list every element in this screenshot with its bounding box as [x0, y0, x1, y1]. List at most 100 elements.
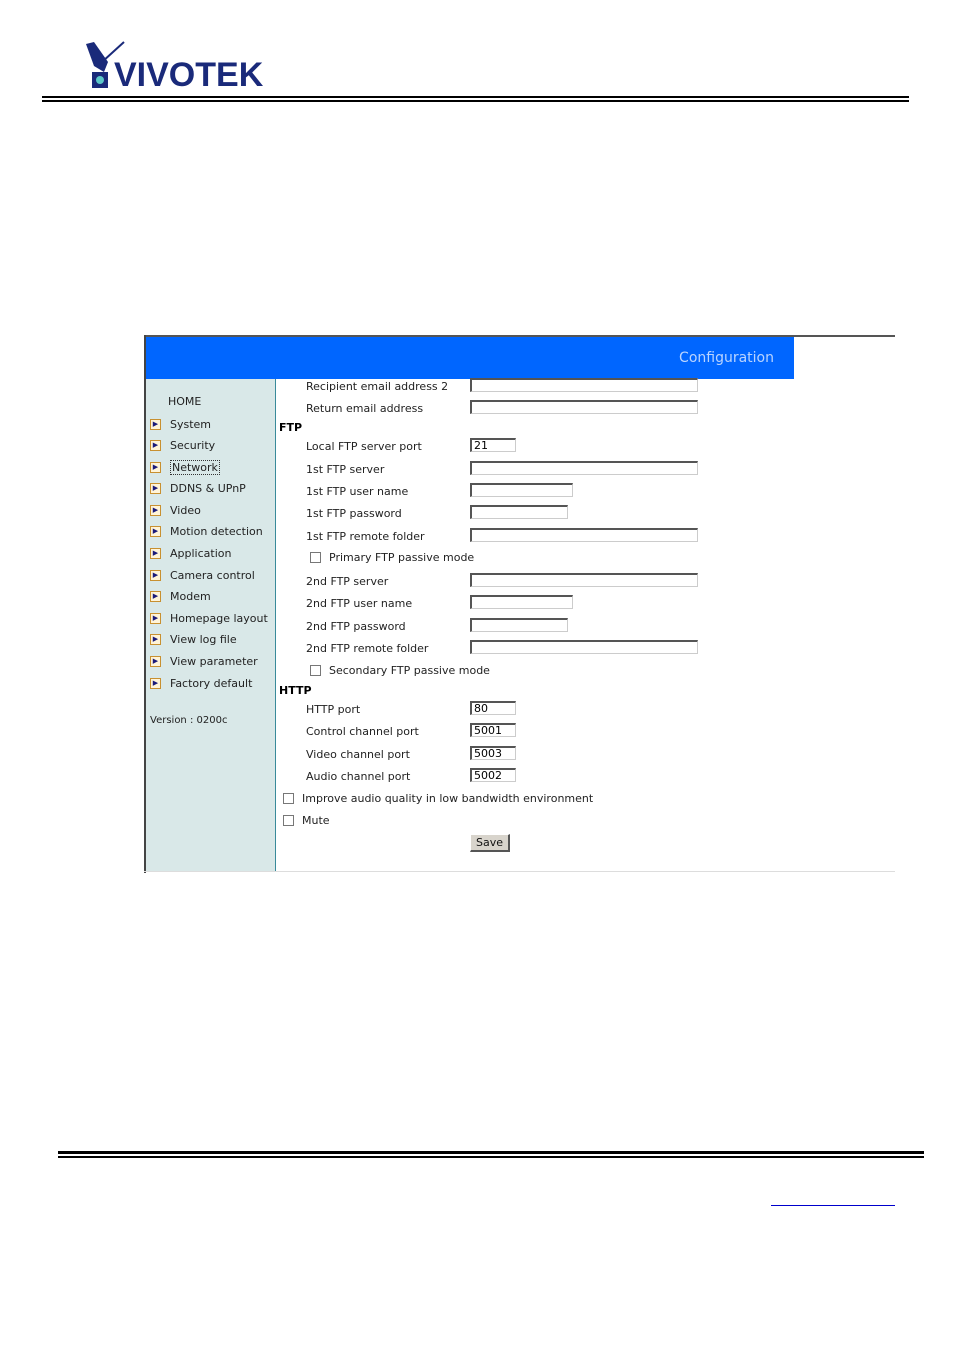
ftp-folder-2-label: 2nd FTP remote folder	[306, 642, 429, 655]
frame-border	[144, 871, 895, 872]
sidebar-item-system[interactable]: ▶ System	[150, 416, 211, 432]
sidebar-item-video[interactable]: ▶ Video	[150, 502, 201, 518]
sidebar-item-home[interactable]: HOME	[168, 395, 201, 408]
ftp-password-2-input[interactable]	[470, 618, 568, 632]
footer-link-underline[interactable]	[771, 1205, 895, 1206]
camera-logo-icon: VIVOTEK	[86, 41, 264, 94]
ftp-folder-2-input[interactable]	[470, 640, 698, 654]
ftp-server-1-input[interactable]	[470, 461, 698, 475]
arrow-right-icon: ▶	[150, 504, 161, 516]
footer-divider	[58, 1151, 924, 1154]
sidebar-divider	[275, 379, 276, 871]
sidebar-item-label: Camera control	[170, 568, 255, 582]
return-email-input[interactable]	[470, 400, 698, 414]
sidebar-item-label: Video	[170, 503, 201, 517]
recipient-email-2-input[interactable]	[470, 378, 698, 392]
arrow-right-icon: ▶	[150, 590, 161, 602]
sidebar-item-label: Homepage layout	[170, 611, 268, 625]
ftp-server-2-input[interactable]	[470, 573, 698, 587]
sidebar-item-ddns-upnp[interactable]: ▶ DDNS & UPnP	[150, 480, 246, 496]
sidebar-item-label: Factory default	[170, 676, 253, 690]
control-port-input[interactable]	[470, 723, 516, 737]
sidebar-item-network[interactable]: ▶ Network	[150, 459, 220, 475]
secondary-ftp-passive-checkbox[interactable]	[310, 665, 321, 676]
sidebar-item-motion-detection[interactable]: ▶ Motion detection	[150, 523, 263, 539]
mute-label: Mute	[302, 814, 330, 827]
arrow-right-icon: ▶	[150, 461, 161, 473]
primary-ftp-passive-row[interactable]: Primary FTP passive mode	[310, 551, 474, 564]
improve-audio-row[interactable]: Improve audio quality in low bandwidth e…	[283, 792, 593, 805]
sidebar-item-label: Security	[170, 438, 216, 452]
arrow-right-icon: ▶	[150, 418, 161, 430]
arrow-right-icon: ▶	[150, 547, 161, 559]
improve-audio-label: Improve audio quality in low bandwidth e…	[302, 792, 594, 805]
sidebar-item-factory-default[interactable]: ▶ Factory default	[150, 675, 252, 691]
mute-checkbox[interactable]	[283, 815, 294, 826]
sidebar-item-label: DDNS & UPnP	[170, 481, 246, 495]
http-port-input[interactable]	[470, 701, 516, 715]
http-port-label: HTTP port	[306, 703, 361, 716]
sidebar-item-view-parameter[interactable]: ▶ View parameter	[150, 653, 258, 669]
network-settings-form: Recipient email address 2 Return email a…	[277, 378, 895, 871]
ftp-folder-1-input[interactable]	[470, 528, 698, 542]
sidebar-item-label: Motion detection	[170, 524, 263, 538]
arrow-right-icon: ▶	[150, 612, 161, 624]
local-ftp-port-input[interactable]	[470, 438, 516, 452]
sidebar-item-label: Network	[170, 459, 220, 475]
arrow-right-icon: ▶	[150, 655, 161, 667]
sidebar-item-label: Application	[170, 546, 232, 560]
arrow-right-icon: ▶	[150, 482, 161, 494]
ftp-user-1-label: 1st FTP user name	[306, 485, 409, 498]
return-email-label: Return email address	[306, 402, 424, 415]
ftp-user-2-input[interactable]	[470, 595, 573, 609]
sidebar-item-label: View log file	[170, 632, 237, 646]
ftp-password-1-input[interactable]	[470, 505, 568, 519]
config-frame: Configuration HOME ▶ System ▶ Security ▶…	[144, 335, 895, 873]
video-port-input[interactable]	[470, 746, 516, 760]
logo-text: VIVOTEK	[114, 56, 264, 92]
arrow-right-icon: ▶	[150, 525, 161, 537]
footer-divider	[58, 1156, 924, 1158]
ftp-password-2-label: 2nd FTP password	[306, 620, 406, 633]
sidebar-item-application[interactable]: ▶ Application	[150, 545, 231, 561]
ftp-user-2-label: 2nd FTP user name	[306, 597, 413, 610]
version-label: Version : 0200c	[150, 715, 228, 726]
mute-row[interactable]: Mute	[283, 814, 330, 827]
local-ftp-port-label: Local FTP server port	[306, 440, 422, 453]
ftp-section-heading: FTP	[279, 421, 303, 434]
audio-port-label: Audio channel port	[306, 770, 411, 783]
ftp-folder-1-label: 1st FTP remote folder	[306, 530, 425, 543]
sidebar-item-modem[interactable]: ▶ Modem	[150, 588, 211, 604]
audio-port-input[interactable]	[470, 768, 516, 782]
primary-ftp-passive-label: Primary FTP passive mode	[329, 551, 475, 564]
recipient-email-2-label: Recipient email address 2	[306, 380, 449, 393]
ftp-user-1-input[interactable]	[470, 483, 573, 497]
header-divider	[42, 96, 909, 98]
sidebar-item-label: Modem	[170, 589, 211, 603]
save-button[interactable]: Save	[470, 834, 510, 852]
sidebar: HOME ▶ System ▶ Security ▶ Network ▶ DDN…	[146, 379, 276, 871]
http-section-heading: HTTP	[279, 684, 312, 697]
arrow-right-icon: ▶	[150, 439, 161, 451]
control-port-label: Control channel port	[306, 725, 419, 738]
sidebar-item-label: System	[170, 417, 212, 431]
banner: Configuration	[145, 337, 794, 379]
improve-audio-checkbox[interactable]	[283, 793, 294, 804]
arrow-right-icon: ▶	[150, 677, 161, 689]
secondary-ftp-passive-label: Secondary FTP passive mode	[329, 664, 490, 677]
ftp-server-1-label: 1st FTP server	[306, 463, 385, 476]
video-port-label: Video channel port	[306, 748, 410, 761]
primary-ftp-passive-checkbox[interactable]	[310, 552, 321, 563]
sidebar-item-camera-control[interactable]: ▶ Camera control	[150, 567, 255, 583]
ftp-password-1-label: 1st FTP password	[306, 507, 402, 520]
sidebar-item-homepage-layout[interactable]: ▶ Homepage layout	[150, 610, 268, 626]
vivotek-logo: VIVOTEK	[84, 40, 294, 94]
header-divider	[42, 100, 909, 102]
arrow-right-icon: ▶	[150, 633, 161, 645]
arrow-right-icon: ▶	[150, 569, 161, 581]
sidebar-item-label: View parameter	[170, 654, 258, 668]
secondary-ftp-passive-row[interactable]: Secondary FTP passive mode	[310, 664, 490, 677]
sidebar-item-security[interactable]: ▶ Security	[150, 437, 215, 453]
sidebar-item-view-log-file[interactable]: ▶ View log file	[150, 631, 237, 647]
ftp-server-2-label: 2nd FTP server	[306, 575, 389, 588]
